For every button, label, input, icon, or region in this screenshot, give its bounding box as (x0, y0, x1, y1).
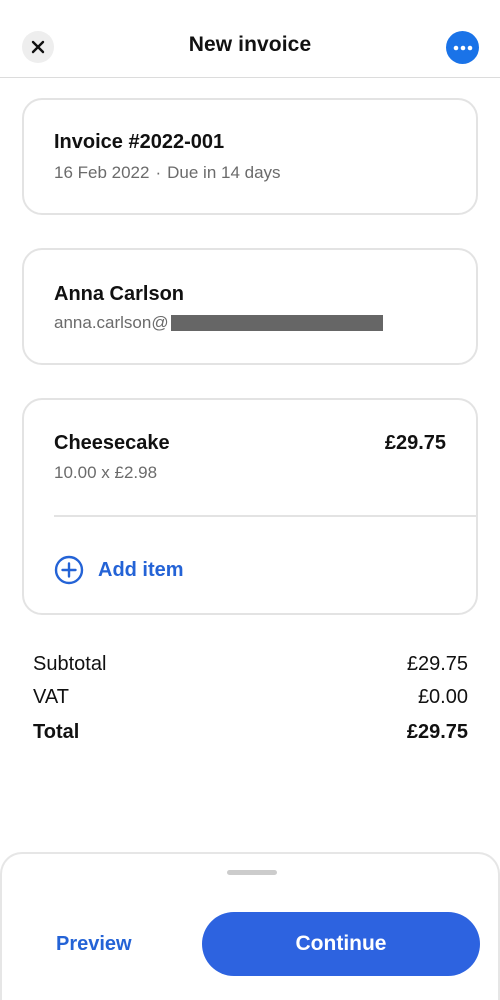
invoice-details-card[interactable]: Invoice #2022-001 16 Feb 2022 · Due in 14 … (22, 98, 478, 215)
page-title: New invoice (188, 33, 312, 56)
continue-button[interactable]: Continue (202, 912, 480, 976)
bottom-action-sheet: Preview Continue (0, 852, 500, 1000)
total-row: Total £29.75 (33, 716, 468, 749)
add-item-button[interactable]: Add item (54, 555, 184, 585)
item-price: £29.75 (384, 432, 446, 454)
vat-row: VAT £0.00 (33, 681, 468, 714)
client-card[interactable]: Anna Carlson anna.carlson@ (22, 248, 478, 365)
client-email: anna.carlson@ (54, 313, 383, 333)
vat-value: £0.00 (417, 686, 468, 708)
subtotal-value: £29.75 (406, 653, 468, 675)
more-horizontal-icon (453, 45, 472, 50)
subtotal-row: Subtotal £29.75 (33, 648, 468, 681)
more-options-button[interactable] (446, 31, 479, 64)
preview-button[interactable]: Preview (56, 933, 132, 956)
total-value: £29.75 (406, 721, 468, 743)
totals-section: Subtotal £29.75 VAT £0.00 Total £29.75 (33, 648, 468, 749)
item-quantity: 10.00 x £2.98 (54, 463, 158, 482)
invoice-date: 16 Feb 2022 (54, 163, 150, 182)
sheet-drag-handle[interactable] (227, 870, 277, 875)
total-label: Total (33, 721, 80, 743)
client-email-prefix: anna.carlson@ (54, 313, 169, 332)
items-card: Cheesecake £29.75 10.00 x £2.98 Add item (22, 398, 478, 615)
new-invoice-screen: New invoice Invoice #2022-001 16 Feb 202… (0, 0, 500, 1000)
separator-dot: · (155, 163, 162, 182)
client-name: Anna Carlson (54, 283, 185, 305)
redacted-email-domain (170, 315, 383, 331)
invoice-date-line: 16 Feb 2022 · Due in 14 days (54, 163, 281, 183)
header-bar: New invoice (0, 0, 500, 78)
plus-circle-icon (54, 555, 84, 585)
invoice-due: Due in 14 days (167, 163, 281, 182)
add-item-label: Add item (98, 558, 184, 581)
item-divider (54, 515, 476, 517)
vat-label: VAT (33, 686, 69, 708)
subtotal-label: Subtotal (33, 653, 107, 675)
invoice-number: Invoice #2022-001 (54, 131, 225, 153)
item-name[interactable]: Cheesecake (54, 432, 170, 455)
